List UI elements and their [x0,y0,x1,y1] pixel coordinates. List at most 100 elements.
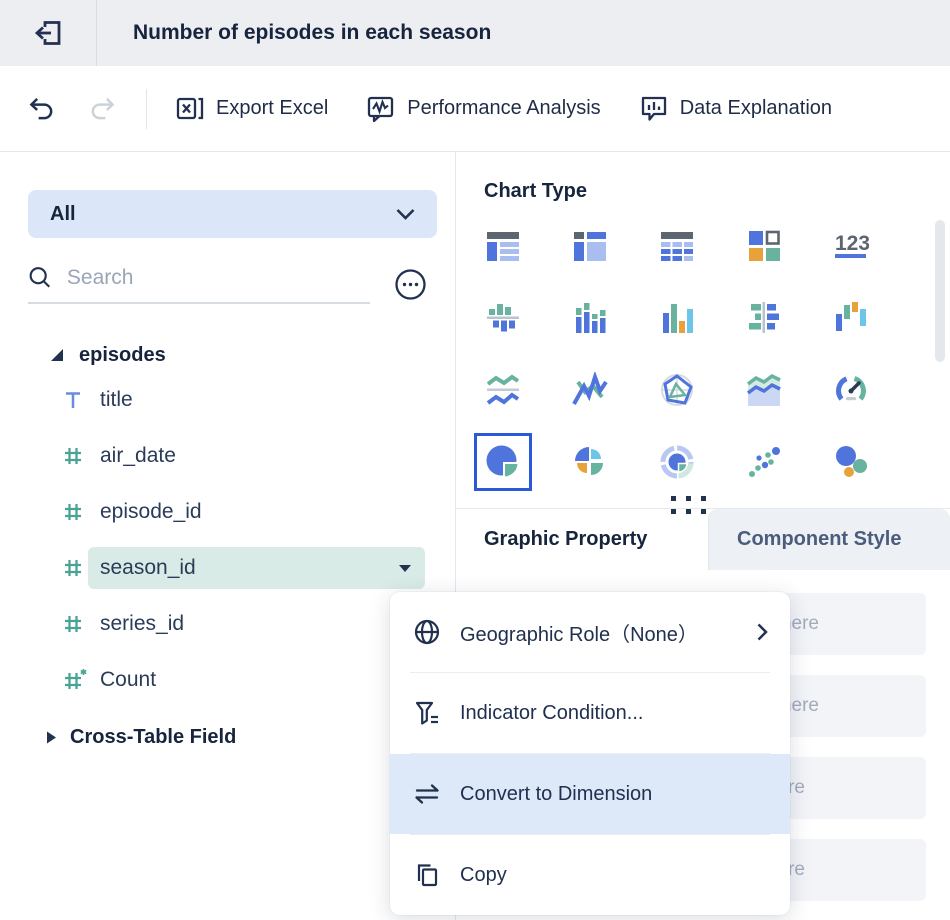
field-label: title [100,388,133,412]
tree-group-label: episodes [79,344,166,367]
swap-arrows-icon [412,780,442,808]
scatter-icon [746,444,782,480]
chart-type-pie[interactable] [484,443,522,481]
tree-group-episodes[interactable]: episodes [0,338,455,372]
bubble-icon [833,444,869,480]
menu-item-label: Copy [460,864,507,887]
field-row-episode-id[interactable]: episode_id [0,484,455,540]
field-label: air_date [100,444,176,468]
gauge-icon [833,372,869,408]
chart-type-stacked-column[interactable] [571,299,609,337]
toolbar-divider [146,89,147,129]
redo-button[interactable] [89,95,116,122]
menu-item-copy[interactable]: Copy [390,835,790,915]
chart-type-table-detail[interactable] [571,227,609,265]
chart-type-waterfall[interactable] [832,299,870,337]
field-menu-caret-icon[interactable] [399,565,411,572]
table-grid-icon [659,228,695,264]
number-field-icon [62,445,84,467]
donut-icon [659,444,695,480]
caret-collapsed-icon [45,730,57,745]
dataset-filter-value: All [50,203,76,226]
menu-item-geographic-role[interactable]: Geographic Role（None） [390,592,790,672]
chart-type-bidirectional-bar[interactable] [745,299,783,337]
area-icon [746,372,782,408]
field-sidebar: All [0,152,456,920]
waterfall-icon [833,300,869,336]
copy-icon [412,861,442,889]
config-tabbar: Graphic Property Component Style [456,508,950,570]
field-row-count[interactable]: Count [0,652,455,708]
more-options-button[interactable] [394,268,427,301]
field-label: season_id [100,556,196,580]
performance-analysis-button[interactable]: Performance Analysis [366,94,600,123]
chart-type-scatter[interactable] [745,443,783,481]
menu-item-label: Geographic Role（None） [460,618,698,647]
indicator-filter-icon [412,699,442,727]
line-icon [572,372,608,408]
export-excel-label: Export Excel [216,97,328,120]
chart-type-grid: 123 [484,227,870,481]
radar-icon [659,372,695,408]
globe-icon [412,618,442,646]
dataset-filter-select[interactable]: All [28,190,437,238]
circled-ellipsis-icon [394,268,427,301]
field-row-series-id[interactable]: series_id [0,596,455,652]
bidirectional-column-icon [485,300,521,336]
dual-axis-line-icon [485,372,521,408]
pie-icon [485,444,521,480]
field-row-title[interactable]: title [0,372,455,428]
chart-type-rose-pie[interactable] [571,443,609,481]
number-field-icon [62,501,84,523]
undo-button[interactable] [28,95,55,122]
menu-item-convert-to-dimension[interactable]: Convert to Dimension [390,754,790,834]
bar-bubble-icon [639,94,669,123]
chart-type-gauge[interactable] [832,371,870,409]
menu-item-label: Indicator Condition... [460,702,643,725]
table-summary-icon [485,228,521,264]
performance-analysis-label: Performance Analysis [407,97,600,120]
chevron-down-icon [396,209,415,220]
field-label: episode_id [100,500,202,524]
card-grid-icon [746,228,782,264]
chart-type-card-grid[interactable] [745,227,783,265]
data-explanation-label: Data Explanation [680,97,832,120]
back-button[interactable] [0,0,97,66]
chart-type-heading: Chart Type [484,180,950,203]
data-explanation-button[interactable]: Data Explanation [639,94,832,123]
tab-component-style[interactable]: Component Style [708,509,950,570]
field-row-air-date[interactable]: air_date [0,428,455,484]
exit-back-icon [30,15,66,51]
chart-type-table-grid[interactable] [658,227,696,265]
chart-type-bubble[interactable] [832,443,870,481]
menu-item-label: Convert to Dimension [460,783,652,806]
tab-graphic-property[interactable]: Graphic Property [456,509,708,570]
chart-type-donut[interactable] [658,443,696,481]
top-bar: Number of episodes in each season [0,0,950,66]
undo-icon [28,95,55,122]
field-tree: episodes title a [0,338,455,749]
more-chart-types-handle[interactable] [671,496,706,514]
chart-type-indicator-card[interactable]: 123 [832,227,870,265]
tree-group-cross-table[interactable]: Cross-Table Field [0,726,455,749]
scrollbar-thumb[interactable] [935,220,945,362]
menu-item-indicator-condition[interactable]: Indicator Condition... [390,673,790,753]
tab-label: Graphic Property [484,528,647,551]
chart-type-bidirectional-column[interactable] [484,299,522,337]
redo-icon [89,95,116,122]
chart-type-radar[interactable] [658,371,696,409]
field-row-season-id[interactable]: season_id [0,540,455,596]
search-input[interactable] [67,266,370,290]
search-field[interactable] [28,264,370,304]
excel-icon [175,94,205,123]
chart-type-column[interactable] [658,299,696,337]
chart-type-area[interactable] [745,371,783,409]
chart-type-dual-axis-line[interactable] [484,371,522,409]
field-context-menu: Geographic Role（None） Indicator Conditio… [390,592,790,915]
caret-expanded-icon [50,348,64,362]
export-excel-button[interactable]: Export Excel [175,94,328,123]
chart-type-line[interactable] [571,371,609,409]
table-detail-icon [572,228,608,264]
toolbar: Export Excel Performance Analysis Data E… [0,66,950,152]
chart-type-table-summary[interactable] [484,227,522,265]
